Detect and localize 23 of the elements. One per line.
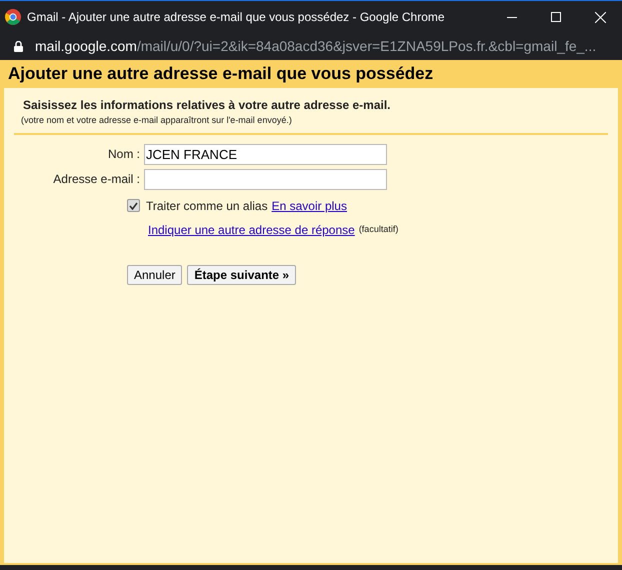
url-path: /mail/u/0/?ui=2&ik=84a08acd36&jsver=E1ZNA59LPos.fr.&cbl=gmail_fe_... [136,37,596,56]
url-domain: mail.google.com [35,37,137,56]
reply-address-link[interactable]: Indiquer une autre adresse de réponse [148,220,355,238]
minimize-icon [507,16,517,18]
close-icon [594,12,606,22]
alias-label: Traiter comme un alias [146,198,268,214]
maximize-icon [551,12,561,22]
learn-more-link[interactable]: En savoir plus [272,196,347,214]
section-note: (votre nom et votre adresse e-mail apparaîtront sur l'e-mail envoyé.) [20,114,293,127]
field-label: Adresse e-mail : [52,171,141,188]
field-label: Nom : [106,146,141,163]
dialog-title: Ajouter une autre adresse e-mail que vous possédez [8,63,434,86]
browser-logo-icon [5,9,21,25]
optional-hint: (facultatif) [358,222,398,236]
alias-checkbox[interactable] [127,199,140,212]
cancel-button[interactable]: Annuler [127,264,182,284]
window-title: Gmail - Ajouter une autre adresse e-mail que vous possédez - Google Chrome [27,9,445,26]
section-heading: Saisissez les informations relatives à votre autre adresse e-mail. [22,97,392,114]
input-field[interactable]: JCEN FRANCE [144,144,387,164]
checkmark-icon [129,202,138,210]
next-step-button[interactable]: Étape suivante » [187,264,296,284]
input-field[interactable] [144,168,387,190]
lock-icon [14,41,23,52]
